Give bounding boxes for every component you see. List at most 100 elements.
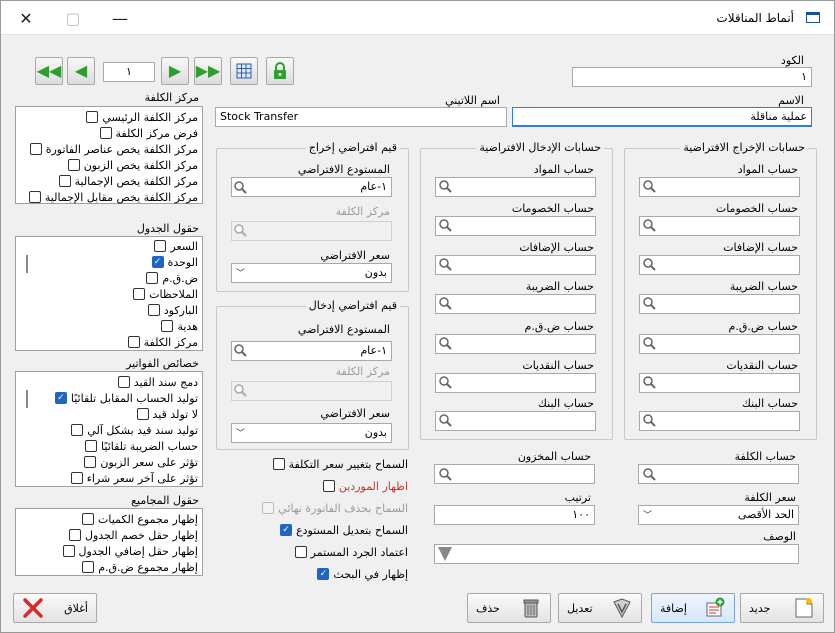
checkbox[interactable]	[70, 472, 83, 484]
search-icon[interactable]	[437, 256, 453, 272]
search-icon[interactable]	[641, 256, 657, 272]
checkbox[interactable]	[84, 456, 97, 468]
out-bank-account-input[interactable]	[639, 411, 800, 431]
search-icon[interactable]	[641, 412, 657, 428]
out-cash-account-input[interactable]	[639, 373, 800, 393]
name-input[interactable]: عملية مناقلة	[512, 107, 812, 127]
scroll-indicator[interactable]	[26, 255, 28, 273]
last-record-button[interactable]: ▶▶	[194, 57, 222, 85]
checkbox[interactable]	[154, 240, 167, 252]
checkbox[interactable]	[133, 288, 146, 300]
checkbox[interactable]	[69, 529, 82, 541]
list-item[interactable]: لا تولد قيد	[136, 406, 198, 422]
in-bank-account-input[interactable]	[435, 411, 596, 431]
new-button[interactable]: جديد	[740, 593, 824, 623]
in-vat-account-input[interactable]	[435, 334, 596, 354]
checkbox[interactable]	[67, 159, 80, 171]
list-item[interactable]: إظهار حقل إضافي الجدول	[62, 543, 198, 559]
checkbox[interactable]	[99, 127, 112, 139]
out-vat-account-input[interactable]	[639, 334, 800, 354]
option-item[interactable]: ✓ السماح بتعديل المستودع	[280, 522, 408, 538]
checkbox-checked[interactable]: ✓	[54, 392, 67, 404]
search-icon[interactable]	[437, 466, 453, 482]
search-icon[interactable]	[641, 178, 657, 194]
out-price-select[interactable]: بدون ﹀	[231, 263, 392, 283]
checkbox[interactable]	[146, 272, 159, 284]
search-icon[interactable]	[232, 342, 248, 358]
prev-record-button[interactable]: ◀	[67, 57, 95, 85]
in-price-select[interactable]: بدون ﹀	[231, 423, 392, 443]
description-input[interactable]	[434, 544, 799, 564]
stock-account-input[interactable]	[434, 464, 595, 484]
checkbox[interactable]	[62, 545, 75, 557]
list-item[interactable]: هدية	[161, 318, 198, 334]
checkbox[interactable]	[294, 546, 307, 558]
list-item[interactable]: مركز الكلفة الرئيسي	[86, 109, 198, 125]
checkbox[interactable]	[272, 458, 285, 470]
edit-button[interactable]: تعديل	[558, 593, 642, 623]
delete-button[interactable]: حذف	[467, 593, 551, 623]
checkbox-checked[interactable]: ✓	[151, 256, 164, 268]
search-icon[interactable]	[437, 374, 453, 390]
search-icon[interactable]	[437, 295, 453, 311]
search-icon[interactable]	[437, 178, 453, 194]
list-item[interactable]: ض.ق.م	[146, 270, 198, 286]
checkbox[interactable]	[81, 513, 94, 525]
search-icon[interactable]	[437, 412, 453, 428]
search-icon[interactable]	[437, 335, 453, 351]
checkbox[interactable]	[117, 376, 130, 388]
search-icon[interactable]	[641, 217, 657, 233]
out-materials-account-input[interactable]	[639, 177, 800, 197]
add-button[interactable]: إضافة	[651, 593, 735, 623]
checkbox[interactable]	[161, 320, 174, 332]
checkbox[interactable]	[85, 440, 98, 452]
option-item[interactable]: اعتماد الجرد المستمر	[294, 544, 408, 560]
option-item[interactable]: اظهار الموردين	[322, 478, 408, 494]
checkbox-checked[interactable]: ✓	[317, 568, 330, 580]
cost-price-select[interactable]: الحد الأقصى ﹀	[638, 505, 799, 525]
list-item[interactable]: مركز الكلفة يخص الإجمالية	[58, 173, 198, 189]
checkbox[interactable]	[86, 111, 99, 123]
maximize-window-button[interactable]: ▢	[51, 3, 95, 33]
list-item[interactable]: مركز الكلفة	[127, 334, 198, 350]
list-item[interactable]: تؤثر على سعر الزبون	[84, 454, 198, 470]
list-item[interactable]: إظهار مجموع ض.ق.م	[82, 559, 198, 575]
out-tax-account-input[interactable]	[639, 294, 800, 314]
search-icon[interactable]	[641, 335, 657, 351]
in-additions-account-input[interactable]	[435, 255, 596, 275]
list-item[interactable]: حساب الضريبة تلقائيًا	[85, 438, 198, 454]
list-item[interactable]: توليد سند قيد بشكل آلي	[71, 422, 198, 438]
record-number-input[interactable]: ١	[103, 62, 155, 82]
list-item[interactable]: إظهار حقل خصم الجدول	[69, 527, 198, 543]
list-item[interactable]: ✓ توليد الحساب المقابل تلقائيًا	[54, 390, 198, 406]
in-tax-account-input[interactable]	[435, 294, 596, 314]
list-item[interactable]: مركز الكلفة يخص الزبون	[67, 157, 198, 173]
grid-view-button[interactable]	[230, 57, 258, 85]
out-discounts-account-input[interactable]	[639, 216, 800, 236]
checkbox[interactable]	[147, 304, 160, 316]
next-record-button[interactable]: ▶	[161, 57, 189, 85]
checkbox[interactable]	[127, 336, 140, 348]
code-input[interactable]: ١	[572, 67, 812, 87]
checkbox[interactable]	[82, 561, 95, 573]
checkbox[interactable]	[28, 191, 41, 203]
scroll-indicator[interactable]	[26, 390, 28, 408]
option-item[interactable]: السماح بتغيير سعر التكلفة	[272, 456, 408, 472]
search-icon[interactable]	[437, 217, 453, 233]
in-cash-account-input[interactable]	[435, 373, 596, 393]
checkbox[interactable]	[58, 175, 71, 187]
option-item[interactable]: ✓ إظهار في البحث	[317, 566, 408, 582]
latin-name-input[interactable]: Stock Transfer	[215, 107, 507, 127]
list-item[interactable]: دمج سند القيد	[117, 374, 198, 390]
list-item[interactable]: ✓ الوحدة	[151, 254, 198, 270]
search-icon[interactable]	[232, 179, 248, 195]
list-item[interactable]: إظهار مجموع الكميات	[81, 511, 198, 527]
search-icon[interactable]	[641, 374, 657, 390]
out-warehouse-input[interactable]: ١-عام	[231, 177, 392, 197]
cost-account-input[interactable]	[638, 464, 799, 484]
minimize-window-button[interactable]: —	[98, 3, 142, 33]
out-additions-account-input[interactable]	[639, 255, 800, 275]
list-item[interactable]: فرض مركز الكلفة	[99, 125, 198, 141]
checkbox[interactable]	[29, 143, 42, 155]
in-warehouse-input[interactable]: ١-عام	[231, 341, 392, 361]
